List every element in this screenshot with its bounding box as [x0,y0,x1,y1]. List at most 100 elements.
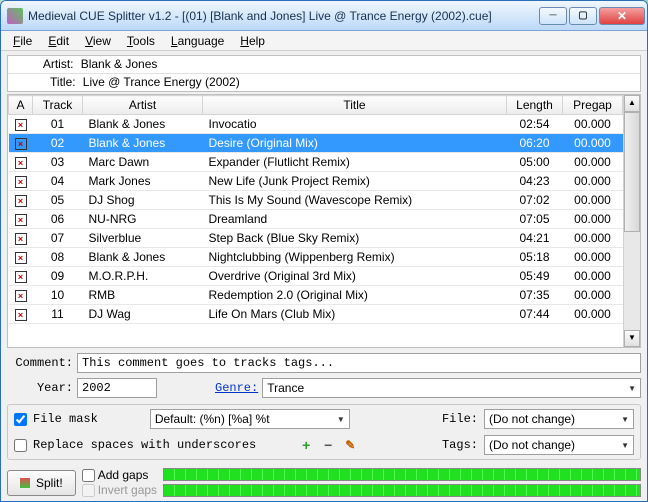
cell-track: 09 [33,267,83,286]
table-row[interactable]: ×06NU-NRGDreamland07:0500.000 [9,210,623,229]
scroll-down-button[interactable]: ▼ [624,330,640,347]
cell-track: 01 [33,115,83,134]
menu-view[interactable]: View [77,32,119,50]
table-row[interactable]: ×01Blank & JonesInvocatio02:5400.000 [9,115,623,134]
action-icon[interactable]: × [15,214,27,226]
cell-pregap: 00.000 [563,191,623,210]
menubar: File Edit View Tools Language Help [1,31,647,51]
artist-label: Artist: [43,57,74,71]
action-icon[interactable]: × [15,157,27,169]
file-value: (Do not change) [489,412,575,426]
menu-tools[interactable]: Tools [119,32,163,50]
action-icon[interactable]: × [15,271,27,283]
cell-pregap: 00.000 [563,172,623,191]
col-length[interactable]: Length [507,96,563,115]
cell-length: 07:35 [507,286,563,305]
file-combo[interactable]: (Do not change)▼ [484,409,634,429]
cell-length: 06:20 [507,134,563,153]
cell-length: 02:54 [507,115,563,134]
cell-track: 08 [33,248,83,267]
close-button[interactable]: ✕ [599,7,645,25]
cell-pregap: 00.000 [563,153,623,172]
split-button[interactable]: Split! [7,470,76,496]
action-icon[interactable]: × [15,119,27,131]
chevron-down-icon: ▼ [628,384,636,393]
action-icon[interactable]: × [15,252,27,264]
action-icon[interactable]: × [15,233,27,245]
cell-title: Nightclubbing (Wippenberg Remix) [203,248,507,267]
maximize-button[interactable]: ▢ [569,7,597,25]
table-row[interactable]: ×02Blank & JonesDesire (Original Mix)06:… [9,134,623,153]
menu-file[interactable]: File [5,32,40,50]
cell-track: 03 [33,153,83,172]
cell-title: Desire (Original Mix) [203,134,507,153]
vertical-scrollbar[interactable]: ▲ ▼ [623,95,640,347]
tags-combo[interactable]: (Do not change)▼ [484,435,634,455]
cell-title: New Life (Junk Project Remix) [203,172,507,191]
edit-icon[interactable]: ✎ [342,437,358,453]
add-gaps-checkbox[interactable] [82,469,95,482]
cell-title: This Is My Sound (Wavescope Remix) [203,191,507,210]
cell-title: Overdrive (Original 3rd Mix) [203,267,507,286]
minimize-button[interactable]: ─ [539,7,567,25]
year-input[interactable] [77,378,157,398]
action-icon[interactable]: × [15,290,27,302]
table-row[interactable]: ×05DJ ShogThis Is My Sound (Wavescope Re… [9,191,623,210]
menu-edit[interactable]: Edit [40,32,77,50]
add-gaps-label: Add gaps [98,468,149,482]
col-a[interactable]: A [9,96,33,115]
cell-track: 07 [33,229,83,248]
cell-pregap: 00.000 [563,210,623,229]
tags-label: Tags: [442,438,478,452]
col-artist[interactable]: Artist [83,96,203,115]
cell-pregap: 00.000 [563,286,623,305]
action-icon[interactable]: × [15,309,27,321]
genre-link[interactable]: Genre: [215,381,258,395]
replace-spaces-checkbox[interactable] [14,439,27,452]
split-label: Split! [36,476,63,490]
col-track[interactable]: Track [33,96,83,115]
menu-language[interactable]: Language [163,32,232,50]
cell-artist: DJ Shog [83,191,203,210]
artist-value: Blank & Jones [81,57,158,71]
titlebar[interactable]: Medieval CUE Splitter v1.2 - [(01) [Blan… [1,1,647,31]
action-icon[interactable]: × [15,195,27,207]
chevron-down-icon: ▼ [621,441,629,450]
cell-pregap: 00.000 [563,267,623,286]
add-icon[interactable]: + [298,437,314,453]
table-row[interactable]: ×03Marc DawnExpander (Flutlicht Remix)05… [9,153,623,172]
scroll-up-button[interactable]: ▲ [624,95,640,112]
cell-artist: Blank & Jones [83,115,203,134]
comment-input[interactable] [77,353,641,373]
table-row[interactable]: ×09M.O.R.P.H.Overdrive (Original 3rd Mix… [9,267,623,286]
cell-length: 07:44 [507,305,563,324]
filemask-combo[interactable]: Default: (%n) [%a] %t▼ [150,409,350,429]
track-table: A Track Artist Title Length Pregap ×01Bl… [7,94,641,348]
album-info: Artist: Blank & Jones Title: Live @ Tran… [7,55,641,92]
filemask-checkbox[interactable] [14,413,27,426]
action-icon[interactable]: × [15,138,27,150]
cell-length: 05:49 [507,267,563,286]
table-row[interactable]: ×04Mark JonesNew Life (Junk Project Remi… [9,172,623,191]
table-row[interactable]: × 08Blank & JonesNightclubbing (Wippenber… [9,248,623,267]
table-row[interactable]: ×07SilverblueStep Back (Blue Sky Remix)0… [9,229,623,248]
cell-artist: Blank & Jones [83,248,203,267]
year-label: Year: [7,381,73,395]
cell-artist: DJ Wag [83,305,203,324]
cell-title: Expander (Flutlicht Remix) [203,153,507,172]
genre-combo[interactable]: Trance▼ [262,378,641,398]
menu-help[interactable]: Help [232,32,273,50]
col-title[interactable]: Title [203,96,507,115]
filemask-label: File mask [33,412,98,426]
table-row[interactable]: ×11DJ WagLife On Mars (Club Mix)07:4400.… [9,305,623,324]
action-icon[interactable]: × [15,176,27,188]
window-title: Medieval CUE Splitter v1.2 - [(01) [Blan… [28,9,537,23]
cell-track: 10 [33,286,83,305]
cell-length: 07:02 [507,191,563,210]
col-pregap[interactable]: Pregap [563,96,623,115]
remove-icon[interactable]: − [320,437,336,453]
chevron-down-icon: ▼ [337,415,345,424]
cell-artist: RMB [83,286,203,305]
table-row[interactable]: ×10RMBRedemption 2.0 (Original Mix)07:35… [9,286,623,305]
scroll-thumb[interactable] [624,112,640,232]
